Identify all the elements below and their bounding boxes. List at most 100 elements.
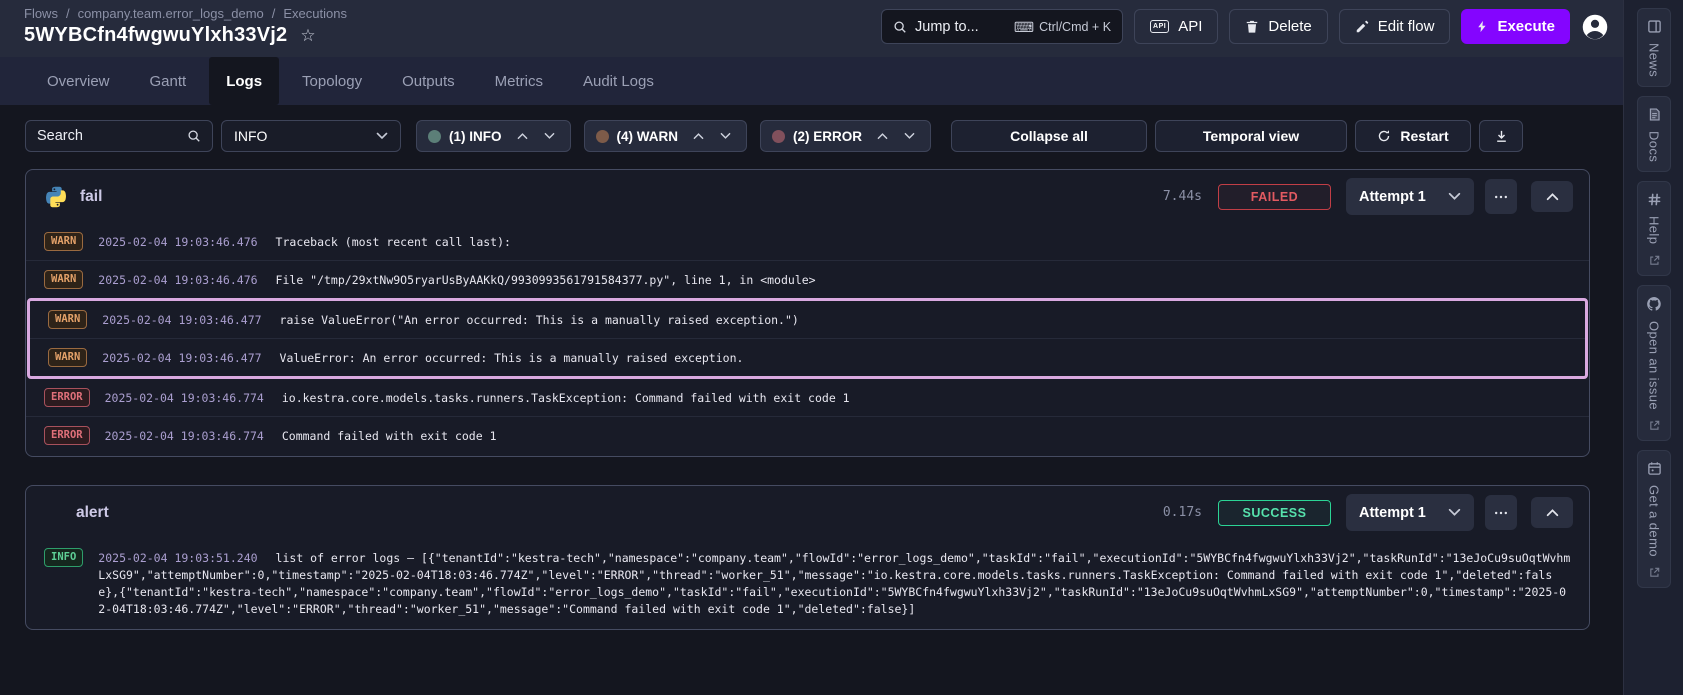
log-row[interactable]: WARN 2025-02-04 19:03:46.477ValueError: … [30, 338, 1585, 376]
tab-logs[interactable]: Logs [209, 57, 279, 105]
log-timestamp: 2025-02-04 19:03:46.774 [105, 429, 264, 443]
sidebar-tab-open-an-issue[interactable]: Open an issue [1637, 285, 1671, 441]
filter-bar: INFO (1) INFO (4) WARN (2) ERROR Collaps… [25, 120, 1590, 152]
tab-metrics[interactable]: Metrics [478, 57, 560, 105]
collapse-all-button[interactable]: Collapse all [951, 120, 1147, 152]
level-toggles: (1) INFO (4) WARN (2) ERROR [416, 120, 931, 152]
level-scroll-down-button[interactable] [540, 130, 559, 142]
sidebar-tab-label: Help [1647, 216, 1662, 244]
attempt-select[interactable]: Attempt 1 [1346, 494, 1474, 531]
trash-icon [1245, 19, 1259, 34]
task-card-fail: fail 7.44s FAILED Attempt 1 WARN 2025-02… [25, 169, 1590, 457]
tab-overview[interactable]: Overview [30, 57, 127, 105]
python-icon [44, 185, 68, 209]
breadcrumb-company-team-error-logs-demo[interactable]: company.team.error_logs_demo [78, 6, 264, 21]
title-row: 5WYBCfn4fwgwuYlxh33Vj2 ☆ [24, 24, 347, 47]
download-logs-button[interactable] [1479, 120, 1523, 152]
chevron-down-icon [376, 132, 388, 140]
log-row[interactable]: ERROR 2025-02-04 19:03:46.774Command fai… [26, 416, 1589, 454]
log-row[interactable]: WARN 2025-02-04 19:03:46.476 File "/tmp/2… [26, 260, 1589, 298]
sidebar-tab-label: News [1647, 43, 1662, 77]
task-card-header: fail 7.44s FAILED Attempt 1 [26, 170, 1589, 223]
user-avatar[interactable] [1581, 13, 1609, 41]
log-level-badge: WARN [48, 348, 87, 367]
task-menu-button[interactable] [1485, 179, 1517, 214]
log-search-input[interactable] [37, 128, 181, 144]
jump-to-search[interactable]: ⌨Ctrl/Cmd + K [881, 9, 1123, 44]
log-level-badge: ERROR [44, 426, 90, 445]
level-toggle-label: (4) WARN [617, 129, 679, 144]
log-row[interactable]: ERROR 2025-02-04 19:03:46.774io.kestra.c… [26, 379, 1589, 416]
temporal-view-button[interactable]: Temporal view [1155, 120, 1347, 152]
level-scroll-up-button[interactable] [689, 130, 708, 142]
level-scroll-down-button[interactable] [900, 130, 919, 142]
log-row[interactable]: INFO 2025-02-04 19:03:51.240list of erro… [26, 539, 1589, 627]
task-duration: 7.44s [1163, 189, 1202, 204]
breadcrumb: Flows/company.team.error_logs_demo/Execu… [24, 6, 347, 21]
task-duration: 0.17s [1163, 505, 1202, 520]
collapse-card-button[interactable] [1531, 497, 1573, 528]
tab-label: Outputs [402, 73, 455, 90]
toggle-1-info[interactable]: (1) INFO [416, 120, 571, 152]
tab-outputs[interactable]: Outputs [385, 57, 472, 105]
edit-flow-button[interactable]: Edit flow [1339, 9, 1451, 44]
log-level-select[interactable]: INFO [221, 120, 401, 152]
task-card-alert: alert 0.17s SUCCESS Attempt 1 INFO 2025-… [25, 485, 1590, 630]
api-icon: API [1150, 20, 1169, 33]
log-rows: WARN 2025-02-04 19:03:46.476Traceback (m… [26, 223, 1589, 456]
pencil-icon [1355, 20, 1369, 34]
log-level-value: INFO [234, 128, 267, 144]
breadcrumb-flows[interactable]: Flows [24, 6, 58, 21]
api-button[interactable]: API API [1134, 9, 1218, 44]
search-icon [187, 129, 201, 143]
sidebar-tab-get-a-demo[interactable]: Get a demo [1637, 450, 1671, 588]
tab-label: Metrics [495, 73, 543, 90]
sidebar-tab-label: Get a demo [1647, 485, 1662, 557]
log-level-badge: WARN [44, 270, 83, 289]
sidebar-tab-docs[interactable]: Docs [1637, 96, 1671, 172]
jump-to-input[interactable] [915, 19, 1006, 35]
toggle-4-warn[interactable]: (4) WARN [584, 120, 748, 152]
lightning-icon [1476, 19, 1488, 34]
collapse-card-button[interactable] [1531, 181, 1573, 212]
level-scroll-up-button[interactable] [513, 130, 532, 142]
level-dot [428, 130, 441, 143]
log-row[interactable]: WARN 2025-02-04 19:03:46.476Traceback (m… [26, 223, 1589, 260]
execute-button[interactable]: Execute [1461, 9, 1570, 44]
chevron-up-icon [1546, 192, 1559, 201]
task-card-header: alert 0.17s SUCCESS Attempt 1 [26, 486, 1589, 539]
attempt-select[interactable]: Attempt 1 [1346, 178, 1474, 215]
breadcrumb-executions[interactable]: Executions [283, 6, 347, 21]
attempt-label: Attempt 1 [1359, 189, 1426, 205]
sidebar-tab-label: Open an issue [1647, 321, 1662, 410]
log-row[interactable]: WARN 2025-02-04 19:03:46.477raise ValueE… [30, 301, 1585, 338]
delete-button[interactable]: Delete [1229, 9, 1327, 44]
restart-button[interactable]: Restart [1355, 120, 1471, 152]
log-search[interactable] [25, 120, 213, 152]
ellipsis-icon [1494, 195, 1508, 199]
log-rows: INFO 2025-02-04 19:03:51.240list of erro… [26, 539, 1589, 629]
tab-audit-logs[interactable]: Audit Logs [566, 57, 671, 105]
log-message: File "/tmp/29xtNw9O5ryarUsByAAKkQ/993099… [276, 273, 816, 287]
level-scroll-up-button[interactable] [873, 130, 892, 142]
log-timestamp: 2025-02-04 19:03:46.476 [98, 235, 257, 249]
sidebar-tab-label: Docs [1647, 131, 1662, 162]
task-menu-button[interactable] [1485, 495, 1517, 530]
top-header: Flows/company.team.error_logs_demo/Execu… [0, 0, 1623, 57]
keyboard-icon: ⌨ [1014, 20, 1034, 34]
level-scroll-down-button[interactable] [716, 130, 735, 142]
tab-label: Gantt [150, 73, 187, 90]
toggle-2-error[interactable]: (2) ERROR [760, 120, 931, 152]
log-timestamp: 2025-02-04 19:03:46.476 [98, 273, 257, 287]
github-icon [1646, 296, 1662, 312]
ellipsis-icon [1494, 511, 1508, 515]
sidebar-tab-help[interactable]: Help [1637, 181, 1671, 275]
tab-gantt[interactable]: Gantt [133, 57, 204, 105]
sidebar-tab-news[interactable]: News [1637, 8, 1671, 87]
star-icon[interactable]: ☆ [300, 27, 315, 44]
highlighted-log-group: WARN 2025-02-04 19:03:46.477raise ValueE… [27, 298, 1588, 379]
log-level-badge: WARN [48, 310, 87, 329]
tab-label: Overview [47, 73, 110, 90]
tab-topology[interactable]: Topology [285, 57, 379, 105]
page-title: 5WYBCfn4fwgwuYlxh33Vj2 [24, 24, 287, 47]
